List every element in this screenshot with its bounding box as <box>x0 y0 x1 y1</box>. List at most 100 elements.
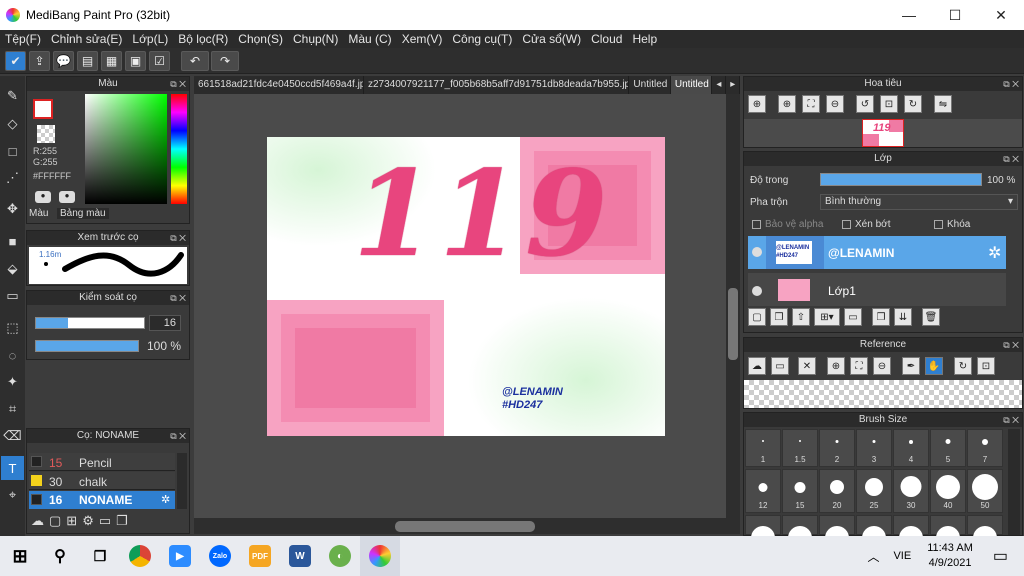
fill-rect-tool-icon[interactable]: ■ <box>1 229 24 253</box>
rotate-right-icon[interactable]: ↻ <box>904 95 922 113</box>
reference-canvas[interactable] <box>744 380 1022 408</box>
new-layer-icon[interactable]: ▢ <box>748 308 766 326</box>
clock[interactable]: 11:43 AM 4/9/2021 <box>927 541 973 571</box>
brush-size-cell[interactable] <box>930 515 966 550</box>
operation-tool-icon[interactable]: ⌖ <box>1 483 24 507</box>
canvas-vertical-scrollbar[interactable] <box>726 94 740 518</box>
brush-size-cell[interactable]: 40 <box>930 469 966 513</box>
brush-size-cell[interactable]: 12 <box>745 469 781 513</box>
menu-window[interactable]: Cửa sổ(W) <box>517 32 586 46</box>
brush-list-item[interactable]: 15 Pencil <box>29 453 175 471</box>
zoom-in-icon[interactable]: ⊕ <box>827 357 845 375</box>
brush-size-cell[interactable] <box>819 515 855 550</box>
select-tool-icon[interactable]: ⬚ <box>1 316 24 340</box>
menu-color[interactable]: Màu (C) <box>343 32 396 46</box>
brush-size-cell[interactable]: 15 <box>782 469 818 513</box>
tab-scroll-right-icon[interactable]: ▸ <box>726 76 740 94</box>
zoom-in-icon[interactable]: ⊕ <box>748 95 766 113</box>
menu-tools[interactable]: Công cụ(T) <box>447 32 517 46</box>
brush-size-cell[interactable]: 50 <box>967 469 1003 513</box>
redo-icon[interactable]: ↷ <box>211 51 239 71</box>
menu-filter[interactable]: Bộ lọc(R) <box>173 32 233 46</box>
menu-layer[interactable]: Lớp(L) <box>127 32 173 46</box>
layer-row-selected[interactable]: @LENAMIN #HD247 @LENAMIN ✲ <box>748 236 1006 269</box>
rotate-icon[interactable]: ↻ <box>954 357 972 375</box>
brush-size-cell[interactable]: 30 <box>893 469 929 513</box>
duplicate-layer-icon[interactable]: ❐ <box>872 308 890 326</box>
tab-palette[interactable]: Bảng màu <box>57 208 109 219</box>
canvas-horizontal-scrollbar[interactable] <box>194 518 740 534</box>
pdf-icon[interactable]: PDF <box>240 536 280 576</box>
panel-close-icon[interactable]: ⧉ ✕ <box>170 231 186 245</box>
brush-list-item-selected[interactable]: 16 NONAME ✲ <box>29 491 175 509</box>
panel-close-icon[interactable]: ⧉ ✕ <box>170 429 186 443</box>
start-button[interactable]: ⊞ <box>0 536 40 576</box>
checklist-icon[interactable]: ☑ <box>149 51 170 71</box>
brush-opacity-slider[interactable] <box>35 340 139 352</box>
text-tool-icon[interactable]: T <box>1 456 24 480</box>
notification-icon[interactable]: ▭ <box>993 546 1008 566</box>
zoom-app-icon[interactable]: ▶ <box>160 536 200 576</box>
add-brush-icon[interactable]: ⊞ <box>66 513 77 533</box>
note-icon[interactable]: ▤ <box>77 51 98 71</box>
delete-layer-icon[interactable]: 🗑 <box>922 308 940 326</box>
tab-document-2[interactable]: z2734007921177_f005b68b5aff7d91751db8dea… <box>364 76 630 94</box>
brush-size-cell[interactable]: 1 <box>745 429 781 467</box>
zoom-out-icon[interactable]: ⊖ <box>826 95 844 113</box>
menu-select[interactable]: Chọn(S) <box>233 32 288 46</box>
close-button[interactable]: ✕ <box>978 0 1024 30</box>
task-view-icon[interactable]: ❐ <box>80 536 120 576</box>
gear-icon[interactable]: ✲ <box>988 243 1001 263</box>
dot-tool-icon[interactable]: ⋰ <box>1 166 24 190</box>
hand-icon[interactable]: ✋ <box>925 357 943 375</box>
merge-layer-icon[interactable]: ⇊ <box>894 308 912 326</box>
tab-document-3[interactable]: Untitled <box>629 76 671 94</box>
brush-size-cell[interactable]: 25 <box>856 469 892 513</box>
select-pen-tool-icon[interactable]: ⌗ <box>1 397 24 421</box>
artboard[interactable]: 119 @LENAMIN #HD247 <box>267 137 665 436</box>
fit-icon[interactable]: ⛶ <box>802 95 820 113</box>
new-brush-icon[interactable]: ▢ <box>49 513 61 533</box>
gradient-tool-icon[interactable]: ▭ <box>1 284 24 308</box>
undo-icon[interactable]: ↶ <box>181 51 209 71</box>
bucket-tool-icon[interactable]: ⬙ <box>1 257 24 281</box>
new-layer-copy-icon[interactable]: ❒ <box>770 308 788 326</box>
zoom-plus-icon[interactable]: ⊕ <box>778 95 796 113</box>
navigator-preview[interactable]: 119 <box>744 119 1022 147</box>
menu-file[interactable]: Tệp(F) <box>0 32 46 46</box>
foreground-color-swatch[interactable] <box>33 99 53 119</box>
eraser-tool-icon[interactable]: ◇ <box>1 112 24 136</box>
upload-icon[interactable]: ⇪ <box>29 51 50 71</box>
cloud-brush-icon[interactable]: ☁ <box>31 513 44 533</box>
rotate-left-icon[interactable]: ↺ <box>856 95 874 113</box>
add-layer-dropdown-icon[interactable]: ⊞▾ <box>814 308 840 326</box>
reset-icon[interactable]: ⊡ <box>880 95 898 113</box>
menu-cloud[interactable]: Cloud <box>586 32 627 46</box>
vertical-scroll-thumb[interactable] <box>728 288 738 360</box>
close-icon[interactable]: ✕ <box>798 357 816 375</box>
panel-close-icon[interactable]: ⧉ ✕ <box>170 77 186 91</box>
coccoc-icon[interactable]: ◐ <box>320 536 360 576</box>
tab-scroll-left-icon[interactable]: ◂ <box>712 76 727 94</box>
menu-snap[interactable]: Chụp(N) <box>288 32 343 46</box>
color-picker-square[interactable] <box>85 94 167 204</box>
fit-icon[interactable]: ⛶ <box>850 357 868 375</box>
brush-size-scrollbar[interactable] <box>1008 429 1020 535</box>
comment-icon[interactable]: 💬 <box>53 51 74 71</box>
word-icon[interactable]: W <box>280 536 320 576</box>
folder-icon[interactable]: ▭ <box>99 513 111 533</box>
brush-tool-icon[interactable]: ✎ <box>1 84 24 108</box>
panel-icon[interactable]: ▣ <box>125 51 146 71</box>
minimize-button[interactable]: — <box>886 0 932 30</box>
brush-size-cell[interactable]: 2 <box>819 429 855 467</box>
panel-close-icon[interactable]: ⧉ ✕ <box>170 291 186 305</box>
brush-size-cell[interactable] <box>782 515 818 550</box>
menu-view[interactable]: Xem(V) <box>397 32 448 46</box>
protect-alpha-checkbox[interactable]: Bảo vệ alpha <box>752 219 823 230</box>
import-layer-icon[interactable]: ⇧ <box>792 308 810 326</box>
brush-size-cell[interactable]: 20 <box>819 469 855 513</box>
brush-settings-icon[interactable]: ⚙ <box>82 513 94 533</box>
brush-size-cell[interactable] <box>745 515 781 550</box>
tab-document-1[interactable]: 661518ad21fdc4e0450ccd5f469a4f.jpg <box>194 76 364 94</box>
gear-icon[interactable]: ✲ <box>161 493 170 506</box>
